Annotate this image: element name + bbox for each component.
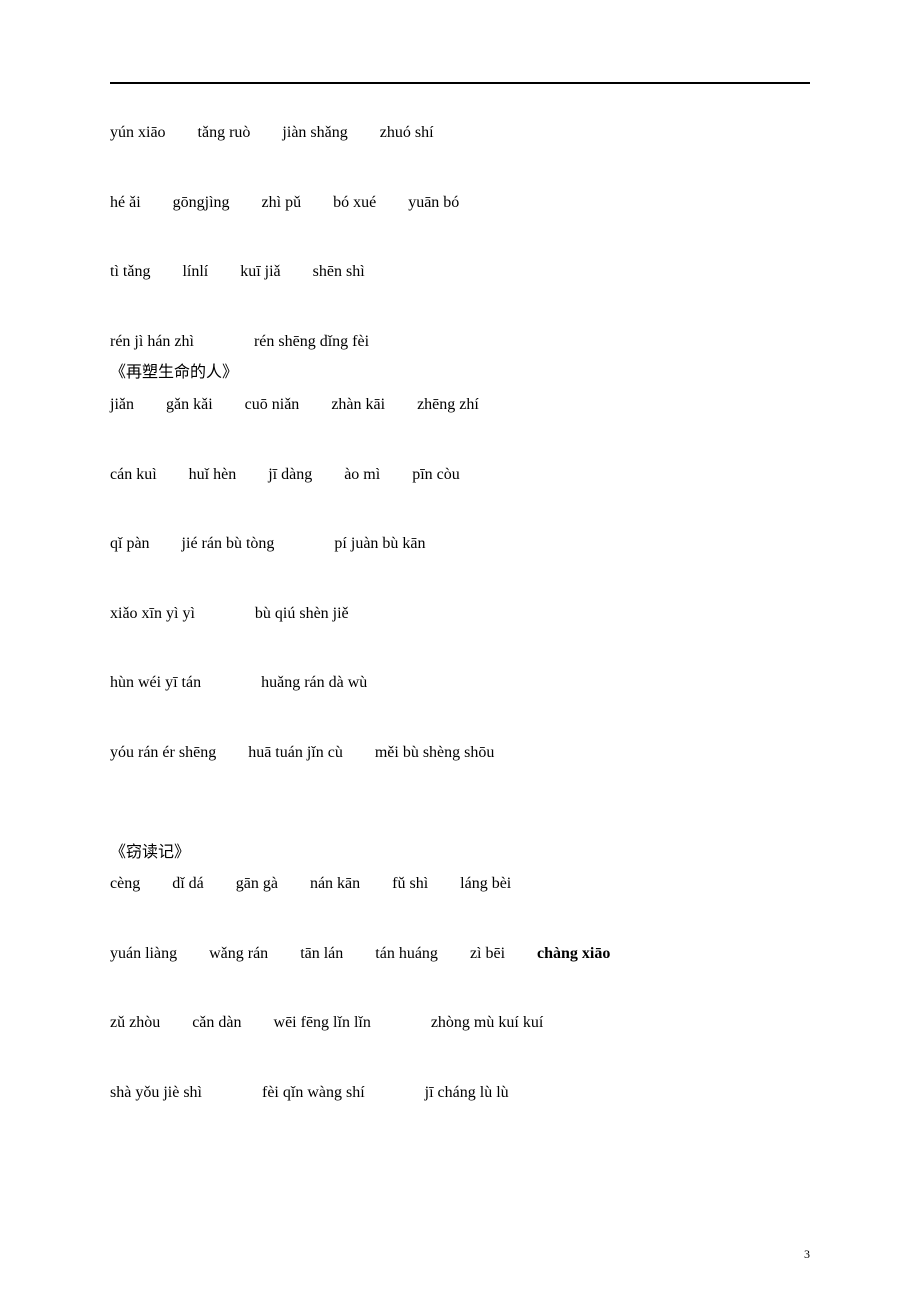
pinyin-item: tǎng ruò [198,124,251,141]
pinyin-item: cèng [110,875,140,892]
section-spacer [110,810,810,840]
pinyin-item: rén jì hán zhì [110,333,194,350]
pinyin-item: fǔ shì [392,875,428,892]
pinyin-item: xiǎo xīn yì yì [110,605,195,622]
pinyin-item: jī dàng [268,466,312,483]
pinyin-item: ào mì [344,466,380,483]
pinyin-item: tān lán [300,945,343,962]
pinyin-item: rén shēng dǐng fèi [254,333,369,350]
pinyin-item: bù qiú shèn jiě [255,605,349,622]
pinyin-row: qǐ pàn jié rán bù tòng pí juàn bù kān [110,531,810,557]
pinyin-item: fèi qǐn wàng shí [262,1084,365,1101]
top-horizontal-rule [110,82,810,84]
pinyin-item: gōngjìng [173,194,230,211]
pinyin-item: zhòng mù kuí kuí [431,1014,543,1031]
pinyin-item: shēn shì [313,263,365,280]
page-number: 3 [804,1247,810,1262]
pinyin-item: huǎng rán dà wù [261,674,367,691]
pinyin-item: bó xué [333,194,376,211]
pinyin-item: zhēng zhí [417,396,479,413]
pinyin-row: hùn wéi yī tán huǎng rán dà wù [110,670,810,696]
pinyin-item: jiàn shǎng [282,124,347,141]
pinyin-row: cèng dǐ dá gān gà nán kān fǔ shì láng bè… [110,871,810,897]
pinyin-item: wǎng rán [209,945,268,962]
pinyin-row: yún xiāo tǎng ruò jiàn shǎng zhuó shí [110,120,810,146]
pinyin-row: rén jì hán zhì rén shēng dǐng fèi [110,329,810,355]
pinyin-item: pīn còu [412,466,460,483]
pinyin-item: gǎn kǎi [166,396,213,413]
pinyin-item: yuān bó [408,194,459,211]
pinyin-row: cán kuì huǐ hèn jī dàng ào mì pīn còu [110,462,810,488]
pinyin-item: cán kuì [110,466,157,483]
document-page: yún xiāo tǎng ruò jiàn shǎng zhuó shí hé… [0,0,920,1302]
pinyin-item: hùn wéi yī tán [110,674,201,691]
pinyin-item: huǐ hèn [189,466,237,483]
pinyin-item: měi bù shèng shōu [375,744,495,761]
pinyin-item: qǐ pàn [110,535,150,552]
pinyin-item: wēi fēng lǐn lǐn [274,1014,371,1031]
pinyin-row: hé ǎi gōngjìng zhì pǔ bó xué yuān bó [110,190,810,216]
pinyin-item: dǐ dá [172,875,204,892]
pinyin-item: tì tǎng [110,263,150,280]
pinyin-row: tì tǎng línlí kuī jiǎ shēn shì [110,259,810,285]
section-title: 《窃读记》 [110,840,810,866]
pinyin-item: jié rán bù tòng [182,535,275,552]
pinyin-item: kuī jiǎ [240,263,280,280]
pinyin-row: zǔ zhòu cǎn dàn wēi fēng lǐn lǐn zhòng m… [110,1010,810,1036]
page-content: yún xiāo tǎng ruò jiàn shǎng zhuó shí hé… [110,120,810,1150]
pinyin-item: hé ǎi [110,194,141,211]
pinyin-item-bold: chàng xiāo [537,945,610,962]
pinyin-item: yuán liàng [110,945,177,962]
pinyin-item: zhàn kāi [331,396,385,413]
pinyin-item: gān gà [236,875,278,892]
pinyin-item: jī cháng lù lù [425,1084,509,1101]
pinyin-item: yún xiāo [110,124,166,141]
pinyin-item: zhuó shí [380,124,434,141]
pinyin-item: línlí [182,263,208,280]
pinyin-item: cuō niǎn [245,396,300,413]
pinyin-row: yóu rán ér shēng huā tuán jǐn cù měi bù … [110,740,810,766]
pinyin-item: shà yǒu jiè shì [110,1084,202,1101]
pinyin-item: pí juàn bù kān [334,535,425,552]
pinyin-item: tán huáng [375,945,438,962]
pinyin-row: jiǎn gǎn kǎi cuō niǎn zhàn kāi zhēng zhí [110,392,810,418]
pinyin-row: yuán liàng wǎng rán tān lán tán huáng zì… [110,941,810,967]
pinyin-row: xiǎo xīn yì yì bù qiú shèn jiě [110,601,810,627]
pinyin-item: zǔ zhòu [110,1014,160,1031]
pinyin-item: zhì pǔ [262,194,302,211]
section-title: 《再塑生命的人》 [110,360,810,386]
pinyin-row: shà yǒu jiè shì fèi qǐn wàng shí jī chán… [110,1080,810,1106]
pinyin-item: cǎn dàn [192,1014,241,1031]
pinyin-item: zì bēi [470,945,505,962]
pinyin-item: láng bèi [460,875,511,892]
pinyin-item: yóu rán ér shēng [110,744,216,761]
pinyin-item: nán kān [310,875,360,892]
pinyin-item: huā tuán jǐn cù [248,744,343,761]
pinyin-item: jiǎn [110,396,134,413]
